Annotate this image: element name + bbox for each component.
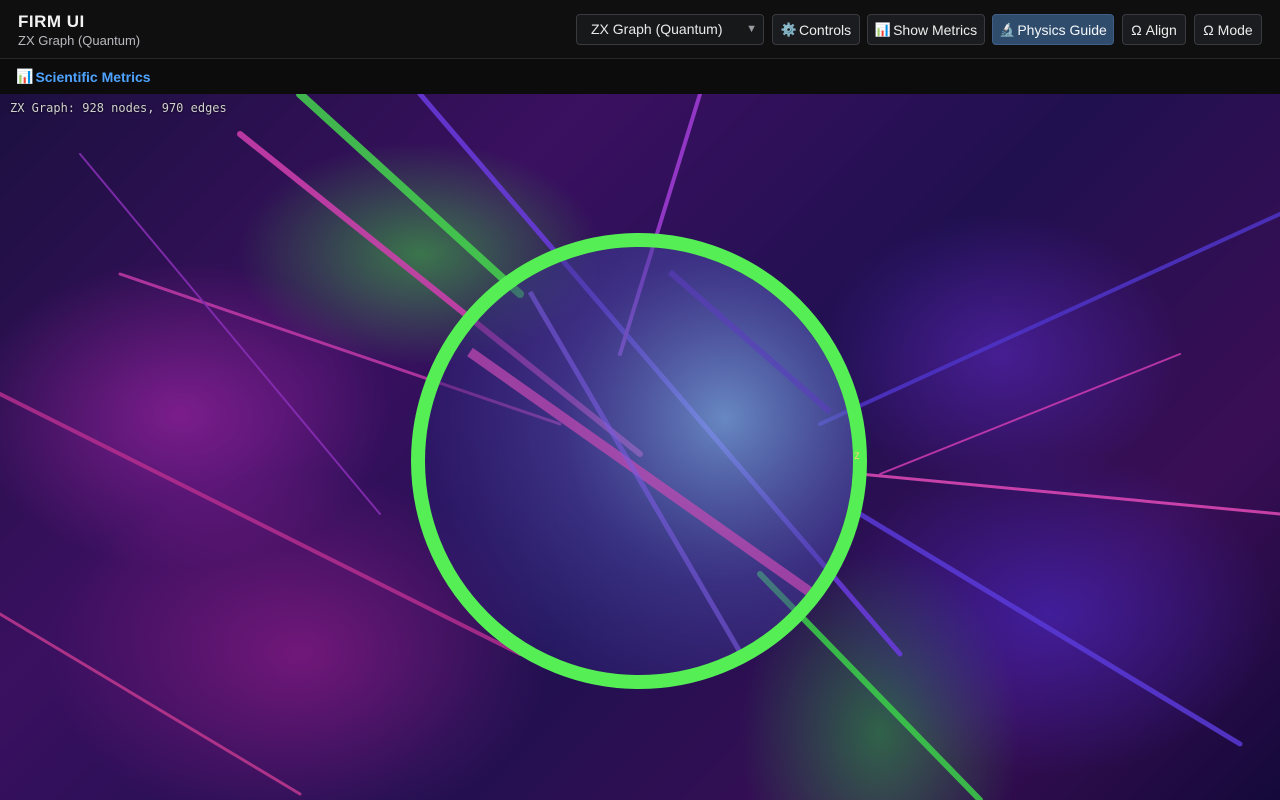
sphere-interior <box>425 247 853 675</box>
bar-chart-icon: 📊 <box>16 68 34 84</box>
z-node-badge[interactable]: Z <box>854 452 859 462</box>
show-metrics-button[interactable]: 📊 Show Metrics <box>867 14 985 45</box>
controls-button-label: Controls <box>799 21 852 38</box>
streak <box>0 612 302 796</box>
app-subtitle: ZX Graph (Quantum) <box>18 33 141 48</box>
metrics-bar: 📊 Scientific Metrics <box>0 59 1280 94</box>
gear-icon: ⚙️ <box>780 21 798 37</box>
controls-button[interactable]: ⚙️ Controls <box>772 14 860 45</box>
omega-align-button-label: Ω Align <box>1131 21 1177 38</box>
scientific-metrics-label: Scientific Metrics <box>35 68 151 85</box>
microscope-icon: 🔬 <box>999 21 1016 37</box>
omega-mode-button[interactable]: Ω Mode <box>1194 14 1262 45</box>
graph-info-readout: ZX Graph: 928 nodes, 970 edges <box>10 101 227 115</box>
top-header: FIRM UI ZX Graph (Quantum) ZX Graph (Qua… <box>0 0 1280 59</box>
chevron-down-icon: ▼ <box>746 23 757 35</box>
physics-guide-button[interactable]: 🔬 Physics Guide <box>992 14 1114 45</box>
mode-select[interactable]: ZX Graph (Quantum) ▼ <box>576 14 764 45</box>
omega-align-button[interactable]: Ω Align <box>1122 14 1186 45</box>
streak <box>879 353 1181 475</box>
scientific-metrics-toggle[interactable]: 📊 Scientific Metrics <box>16 68 151 85</box>
streak <box>857 511 1243 747</box>
streak <box>818 212 1280 426</box>
quantum-sphere[interactable] <box>410 232 868 690</box>
physics-guide-button-label: Physics Guide <box>1017 21 1107 38</box>
app-title: FIRM UI <box>18 12 85 31</box>
show-metrics-button-label: Show Metrics <box>893 21 978 38</box>
mode-select-value: ZX Graph (Quantum) <box>591 21 723 37</box>
bar-chart-icon: 📊 <box>874 21 892 37</box>
omega-mode-button-label: Ω Mode <box>1203 21 1253 38</box>
streak <box>858 472 1280 516</box>
visualization-canvas[interactable]: ZX Graph: 928 nodes, 970 edges Z <box>0 94 1280 800</box>
